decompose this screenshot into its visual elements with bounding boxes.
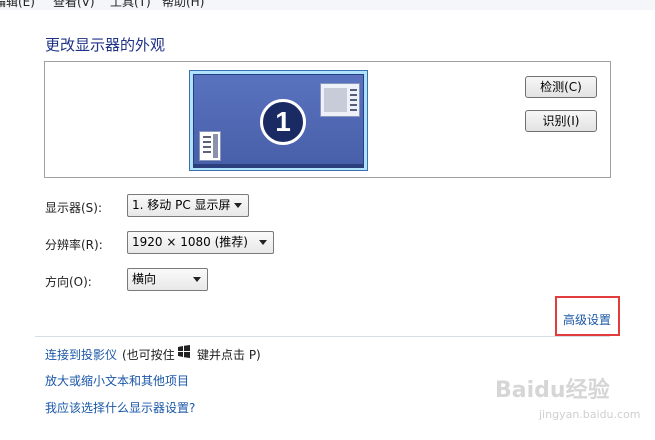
resolution-select[interactable]: 1920 × 1080 (推荐): [127, 231, 274, 254]
watermark-sub: jingyan.baidu.com: [539, 408, 641, 421]
monitor-taskbar: [193, 164, 364, 168]
chevron-down-icon: [193, 277, 201, 282]
monitor-number-badge: 1: [260, 99, 306, 145]
document-thumbnail-icon: [199, 131, 221, 161]
display-settings-help-link[interactable]: 我应该选择什么显示器设置?: [45, 399, 195, 416]
identify-button[interactable]: 识别(I): [525, 110, 597, 132]
orientation-select[interactable]: 横向: [127, 268, 208, 291]
monitor-1-preview[interactable]: 1: [189, 70, 368, 171]
detect-button[interactable]: 检测(C): [525, 76, 597, 98]
advanced-settings-link[interactable]: 高级设置: [563, 311, 611, 328]
baidu-watermark: Baidu经验 jingyan.baidu.com: [495, 372, 645, 432]
connect-projector-link[interactable]: 连接到投影仪: [45, 346, 117, 363]
projector-hint-prefix: (也可按住: [122, 348, 175, 362]
projector-hint-suffix: 键并点击 P): [197, 348, 261, 362]
window-thumbnail-icon: [320, 83, 360, 117]
orientation-label: 方向(O):: [45, 275, 92, 289]
windows-logo-icon: [178, 345, 190, 358]
display-select-value: 1. 移动 PC 显示屏: [132, 198, 231, 212]
monitor-screen: 1: [193, 74, 364, 165]
resolution-label: 分辨率(R):: [45, 238, 103, 252]
resolution-select-value: 1920 × 1080 (推荐): [132, 235, 248, 249]
menu-view[interactable]: 查看(V): [53, 0, 95, 10]
divider: [35, 336, 610, 337]
display-select[interactable]: 1. 移动 PC 显示屏: [127, 194, 249, 217]
display-label: 显示器(S):: [45, 201, 103, 215]
menu-edit[interactable]: 编辑(E): [0, 0, 35, 10]
page-title: 更改显示器的外观: [45, 36, 166, 54]
menu-bar: 编辑(E) 查看(V) 工具(T) 帮助(H): [0, 0, 655, 10]
menu-tools[interactable]: 工具(T): [110, 0, 151, 10]
text-size-link[interactable]: 放大或缩小文本和其他项目: [45, 372, 189, 389]
orientation-select-value: 横向: [132, 272, 157, 286]
watermark-main: Baidu经验: [495, 378, 610, 403]
menu-help[interactable]: 帮助(H): [162, 0, 204, 10]
chevron-down-icon: [234, 203, 242, 208]
chevron-down-icon: [259, 240, 267, 245]
